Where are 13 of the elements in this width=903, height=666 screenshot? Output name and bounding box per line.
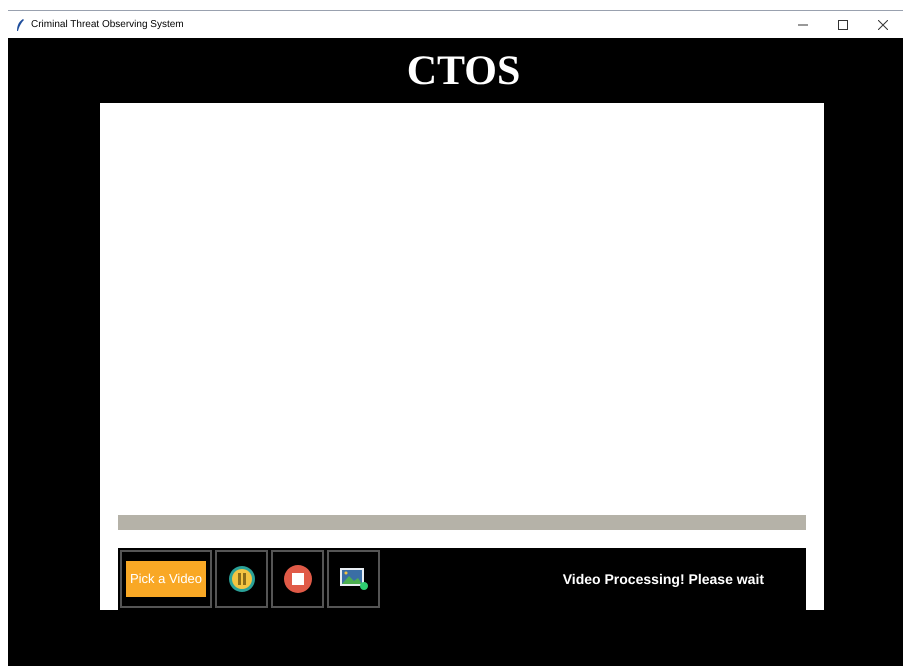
maximize-icon [838, 20, 848, 30]
pick-video-button[interactable]: Pick a Video [120, 550, 212, 608]
app-heading: CTOS [406, 50, 520, 92]
window-title: Criminal Threat Observing System [31, 18, 184, 32]
image-icon [338, 566, 368, 592]
stop-button[interactable] [271, 550, 324, 608]
feather-icon [15, 18, 25, 32]
image-button[interactable] [327, 550, 380, 608]
pause-icon [228, 565, 256, 593]
stop-icon [282, 564, 312, 594]
status-text: Video Processing! Please wait [562, 570, 764, 589]
close-icon [878, 20, 888, 30]
pause-button[interactable] [215, 550, 268, 608]
